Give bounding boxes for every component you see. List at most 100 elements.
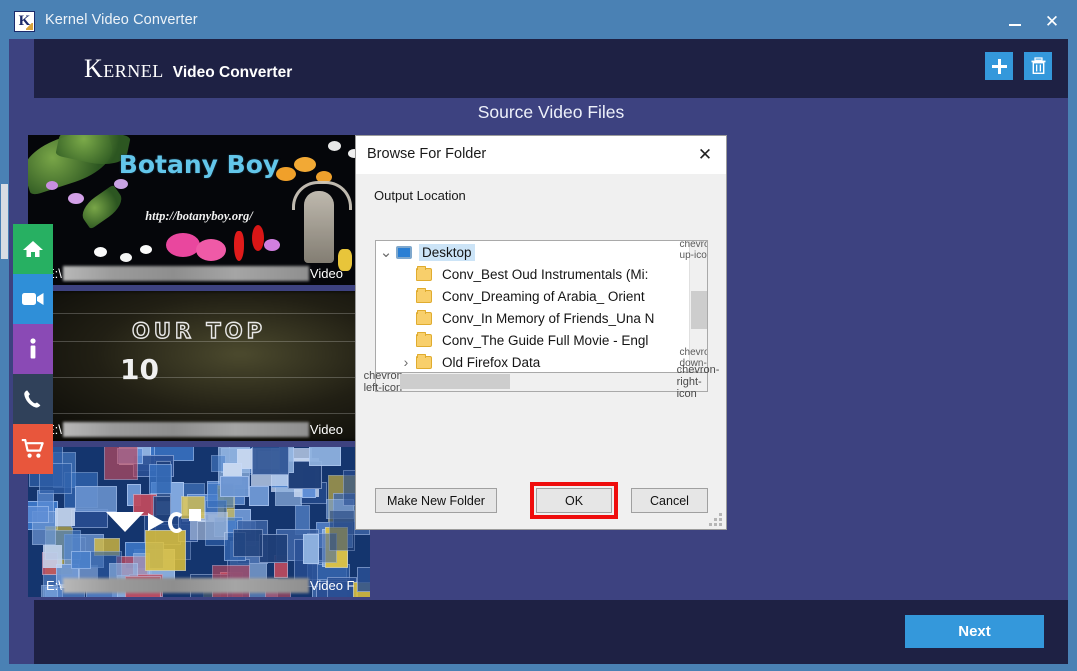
video-camera-icon [21,291,45,307]
close-window-button[interactable]: ✕ [1037,8,1067,34]
quick-action-rail [13,224,53,474]
tree-item-label: Conv_The Guide Full Movie - Engl [439,332,651,349]
thumbnail-subtitle: http://botanyboy.org/ [28,209,370,224]
sidebar-item-buy[interactable] [13,424,53,474]
list-item[interactable]: Botany Boy http://botanyboy.org/ E:\ Vid… [28,135,370,285]
item-path: E:\ Video [28,263,370,283]
brand-secondary: Video Converter [173,65,292,81]
sidebar-item-info[interactable] [13,324,53,374]
collage-logo [106,507,216,537]
item-path: E:\ Video F [28,575,370,595]
item-path-suffix: Video [310,266,343,281]
minimize-button[interactable] [1000,8,1030,34]
dialog-title-bar: Browse For Folder ✕ [356,136,726,174]
folder-icon [416,312,432,325]
tree-item-label: Old Firefox Data [439,354,543,371]
tree-vertical-scrollbar-thumb[interactable] [691,291,707,329]
collage-poster [249,486,269,506]
next-button[interactable]: Next [905,615,1044,648]
source-video-list: Botany Boy http://botanyboy.org/ E:\ Vid… [28,135,370,635]
tree-item[interactable]: › Old Firefox Data [376,351,689,372]
tree-item[interactable]: Conv_Best Oud Instrumentals (Mi: [376,263,689,285]
output-location-label: Output Location [374,188,466,203]
item-path-redacted [63,266,309,281]
tree-item[interactable]: Conv_In Memory of Friends_Una N [376,307,689,329]
tree-item[interactable]: Conv_The Guide Full Movie - Engl [376,329,689,351]
sidebar-item-support[interactable] [13,374,53,424]
make-new-folder-button[interactable]: Make New Folder [375,488,497,513]
tree-item-label: Desktop [419,244,475,261]
collage-poster [252,447,289,475]
collage-poster [329,510,355,550]
dialog-title: Browse For Folder [367,146,486,162]
item-path-redacted [63,422,309,437]
sidebar-item-video[interactable] [13,274,53,324]
shopping-cart-icon [21,439,45,459]
ok-button[interactable]: OK [536,488,612,513]
folder-icon [416,290,432,303]
dialog-resize-grip[interactable] [710,514,722,526]
tree-item-label: Conv_Best Oud Instrumentals (Mi: [439,266,651,283]
collage-poster [233,529,263,557]
chevron-up-icon[interactable]: chevron-up-icon [690,241,708,259]
chevron-right-icon[interactable]: › [396,354,416,370]
window-edge-scrollbar-thumb[interactable] [1,184,8,259]
delete-files-button[interactable] [1024,52,1052,80]
dialog-close-button[interactable]: ✕ [690,141,720,169]
minimize-icon [1009,24,1021,26]
collage-poster [220,476,249,497]
brand-logo: Kernel Video Converter [84,56,292,82]
cancel-button[interactable]: Cancel [631,488,708,513]
tree-horizontal-scrollbar-thumb[interactable] [400,374,510,389]
browse-for-folder-dialog: Browse For Folder ✕ Output Location ⌄ Des… [355,135,727,530]
tree-item[interactable]: Conv_Dreaming of Arabia_ Orient [376,285,689,307]
home-icon [22,239,44,259]
folder-icon [416,334,432,347]
tree-vertical-scrollbar[interactable]: chevron-up-icon chevron-down-icon [689,241,707,372]
decorative-statue [304,191,334,263]
item-path-suffix: Video [310,422,343,437]
item-path-suffix: Video F [310,578,355,593]
chevron-right-icon[interactable]: chevron-right-icon [689,373,707,390]
thumbnail-subtitle: 10 [120,353,159,386]
collage-poster [55,508,75,526]
add-files-button[interactable] [985,52,1013,80]
thumbnail-title: OUR TOP [28,319,370,343]
chevron-left-icon[interactable]: chevron-left-icon [376,373,394,390]
footer-bar: Next [34,600,1068,664]
title-bar: K Kernel Video Converter ✕ [0,0,1077,43]
collage-poster [104,447,138,480]
tree-item[interactable]: ⌄ Desktop [376,241,689,263]
window-title: Kernel Video Converter [45,12,198,28]
collage-poster [43,545,62,569]
folder-icon [416,356,432,369]
item-path: E:\ Video [28,419,370,439]
list-item[interactable]: E:\ Video F [28,447,370,597]
item-path-prefix: E:\ [28,578,62,593]
brand-bar: Kernel Video Converter [34,39,1068,98]
page-title: Source Video Files [34,98,1068,126]
folder-tree: ⌄ Desktop Conv_Best Oud Instrumentals (Mi:… [375,240,708,373]
trash-icon [1030,57,1047,75]
window-edge-scrollbar[interactable] [0,39,9,664]
chevron-down-icon[interactable]: ⌄ [376,243,396,261]
list-item[interactable]: OUR TOP 10 E:\ Video [28,291,370,441]
thumbnail-title: Botany Boy [28,151,370,178]
collage-poster [149,464,173,494]
brand-primary: Kernel [84,56,164,82]
tree-item-label: Conv_Dreaming of Arabia_ Orient [439,288,648,305]
item-path-redacted [63,578,309,593]
collage-poster [303,534,319,565]
application-window: K Kernel Video Converter ✕ Kernel Video … [0,0,1077,671]
phone-icon [23,389,43,409]
desktop-icon [396,246,412,259]
folder-tree-rows: ⌄ Desktop Conv_Best Oud Instrumentals (Mi:… [376,241,689,372]
collage-poster [71,551,91,569]
collage-poster [309,447,341,466]
info-icon [28,338,38,360]
tree-horizontal-scrollbar[interactable]: chevron-left-icon chevron-right-icon [375,373,708,392]
sidebar-item-home[interactable] [13,224,53,274]
tree-item-label: Conv_In Memory of Friends_Una N [439,310,657,327]
collage-poster [28,506,49,523]
kernel-k-icon: K [14,11,35,32]
